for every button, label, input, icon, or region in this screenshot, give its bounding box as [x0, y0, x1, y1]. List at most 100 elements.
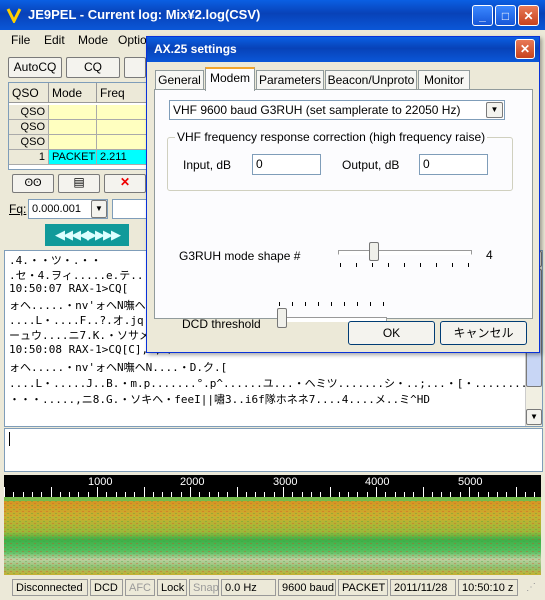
slider-tick	[383, 302, 384, 306]
output-db-label: Output, dB	[342, 158, 400, 172]
fq-dropdown-button[interactable]: ▼	[91, 200, 107, 218]
mode-cell[interactable]	[49, 120, 97, 135]
tx-text-area[interactable]	[4, 428, 543, 472]
spectrum-tick	[13, 492, 15, 497]
spectrum-tick	[320, 492, 322, 497]
delete-button[interactable]: ✕	[104, 174, 146, 193]
spectrum-tick	[534, 492, 536, 497]
scroll-down-button[interactable]: ▼	[526, 409, 542, 425]
output-db-field[interactable]: 0	[419, 154, 488, 175]
minimize-button[interactable]: _	[472, 5, 493, 26]
menu-mode[interactable]: Mode	[78, 33, 108, 47]
spectrum-tick	[506, 492, 508, 497]
ok-button[interactable]: OK	[348, 321, 435, 345]
chevron-down-icon[interactable]: ▼	[486, 102, 503, 118]
shape-slider[interactable]	[336, 238, 472, 268]
grid-header-mode: Mode	[49, 83, 97, 103]
slider-tick	[420, 263, 421, 267]
spectrum-tick	[255, 492, 257, 497]
dialog-title-bar[interactable]: AX.25 settings ✕	[147, 37, 539, 62]
find-button[interactable]: ʘʘ	[12, 174, 54, 193]
resize-grip[interactable]: ⋰	[526, 582, 540, 596]
spectrum-tick	[376, 487, 377, 497]
mode-cell[interactable]	[49, 135, 97, 150]
slider-tick	[370, 302, 371, 306]
log-button[interactable]: ▤	[58, 174, 100, 193]
menu-options[interactable]: Optio	[118, 33, 147, 47]
status-date: 2011/11/28	[390, 579, 456, 596]
close-button[interactable]: ✕	[518, 5, 539, 26]
spectrum-tick	[78, 492, 80, 497]
slider-thumb[interactable]	[368, 242, 379, 261]
spectrum-tick	[273, 492, 275, 497]
rx-line: 10:50:07 RAX-1>CQ[	[9, 282, 129, 295]
menu-edit[interactable]: Edit	[44, 33, 65, 47]
toolbar-button-3[interactable]	[124, 57, 146, 78]
status-mode: PACKET	[338, 579, 388, 596]
dialog-close-button[interactable]: ✕	[515, 39, 535, 59]
spectrum-tick	[310, 492, 312, 497]
modem-tab-panel: VHF 9600 baud G3RUH (set samplerate to 2…	[154, 89, 533, 331]
dialog-title: AX.25 settings	[154, 42, 237, 56]
cancel-button[interactable]: キャンセル	[440, 321, 527, 345]
spectrum-tick	[422, 487, 424, 497]
spectrum-tick	[4, 487, 5, 497]
slider-tick	[357, 302, 358, 306]
main-title-bar[interactable]: JE9PEL - Current log: Mix¥2.log(CSV) _ □…	[0, 0, 545, 30]
qso-cell: QSO	[9, 135, 49, 150]
status-lock[interactable]: Lock	[157, 579, 187, 596]
maximize-button[interactable]: □	[495, 5, 516, 26]
group-label: VHF frequency response correction (high …	[175, 130, 488, 144]
slider-tick	[388, 263, 389, 267]
slider-ticks	[336, 263, 472, 268]
spectrum-tick	[496, 492, 498, 497]
tab-parameters[interactable]: Parameters	[256, 70, 324, 90]
spectrum-tick	[87, 492, 89, 497]
spectrum-tick	[143, 487, 145, 497]
slider-tick	[318, 302, 319, 306]
modem-select[interactable]: VHF 9600 baud G3RUH (set samplerate to 2…	[169, 100, 505, 120]
spectrum-tick	[431, 492, 433, 497]
scale-label: 5000	[458, 476, 483, 488]
ax25-settings-dialog: AX.25 settings ✕ General Modem Parameter…	[146, 36, 540, 353]
spectrum-tick	[403, 492, 405, 497]
shape-label: G3RUH mode shape #	[179, 249, 301, 263]
waterfall-display[interactable]: 1000 2000 3000 4000 5000	[4, 475, 541, 575]
slider-thumb[interactable]	[277, 308, 287, 328]
spectrum-tick	[441, 492, 443, 497]
slider-tick	[468, 263, 469, 267]
menu-file[interactable]: File	[11, 33, 30, 47]
slider-tick	[436, 263, 437, 267]
spectrum-tick	[106, 492, 108, 497]
x-icon: ✕	[119, 175, 131, 189]
spectrum-tick	[338, 492, 340, 497]
spectrum-tick	[134, 492, 136, 497]
mode-cell[interactable]	[49, 105, 97, 120]
tuning-button-bar[interactable]: ◀◀◀◀▶▶▶▶	[45, 224, 129, 246]
status-afc[interactable]: AFC	[125, 579, 155, 596]
autocq-button[interactable]: AutoCQ	[8, 57, 62, 78]
status-snap[interactable]: Snap	[189, 579, 219, 596]
spectrum-tick	[59, 492, 61, 497]
cq-button[interactable]: CQ	[66, 57, 120, 78]
main-title: JE9PEL - Current log: Mix¥2.log(CSV)	[28, 7, 261, 22]
tab-general[interactable]: General	[155, 70, 204, 90]
tab-monitor[interactable]: Monitor	[418, 70, 470, 90]
spectrum-tick	[31, 492, 33, 497]
spectrum-tick	[227, 492, 229, 497]
spectrum-tick	[162, 492, 164, 497]
spectrum-tick	[152, 492, 154, 497]
tab-modem[interactable]: Modem	[205, 67, 255, 91]
spectrum-tick	[236, 487, 238, 497]
tab-beacon-unproto[interactable]: Beacon/Unproto	[325, 70, 417, 90]
status-connection: Disconnected	[12, 579, 88, 596]
rx-line: ォヘ.....・nv'ォヘN嘸ヘN....・D.ク.[	[9, 361, 228, 374]
mode-cell[interactable]: PACKET	[49, 150, 97, 165]
spectrum-tick	[97, 487, 98, 497]
fq-input-2[interactable]	[112, 199, 147, 219]
status-baud: 9600 baud	[278, 579, 336, 596]
status-time: 10:50:10 z	[458, 579, 518, 596]
qso-cell: QSO	[9, 105, 49, 120]
spectrum-tick	[115, 492, 117, 497]
input-db-field[interactable]: 0	[252, 154, 321, 175]
